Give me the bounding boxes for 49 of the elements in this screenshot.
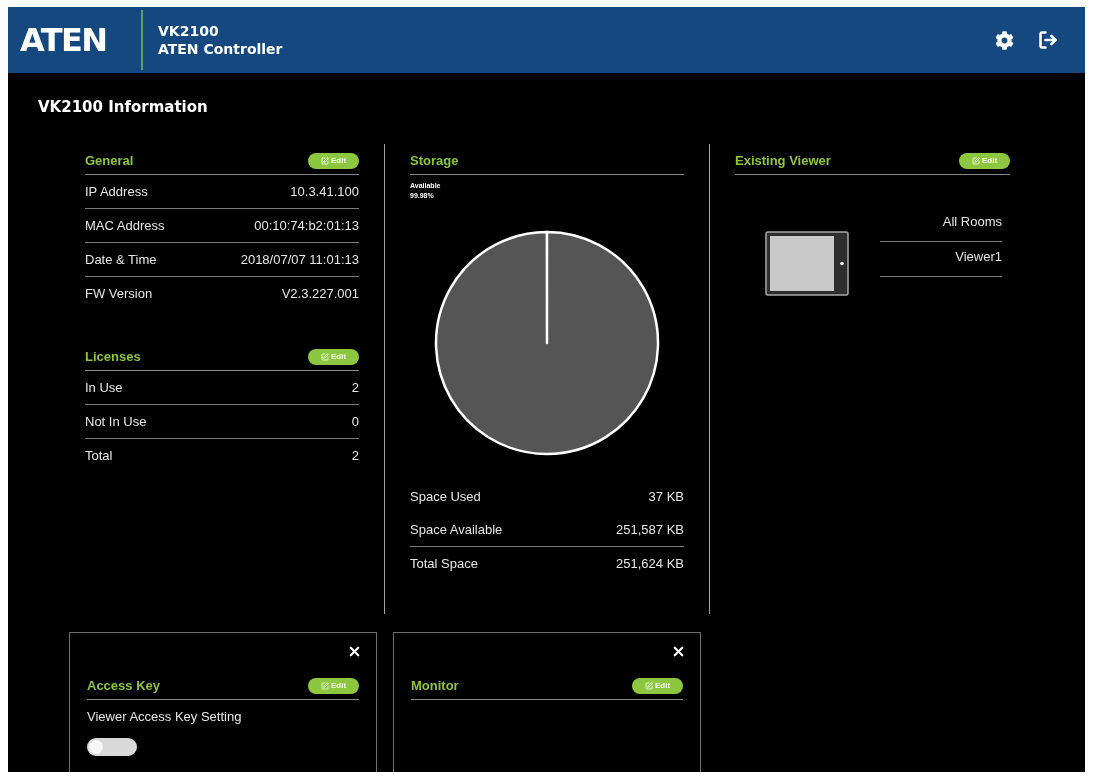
section-title: Storage (410, 151, 459, 170)
row-value: 251,624 KB (616, 554, 684, 573)
page-title: VK2100 Information (38, 98, 208, 116)
settings-icon (994, 30, 1014, 50)
viewer-item: Viewer1 (955, 248, 1002, 267)
row-label: In Use (85, 378, 123, 397)
row-value: 0 (351, 412, 359, 431)
section-title: Monitor (411, 676, 459, 695)
setting-label: Viewer Access Key Setting (87, 708, 242, 727)
pencil-square-icon (320, 681, 329, 690)
row-label: Not In Use (85, 412, 147, 431)
section-title: Existing Viewer (735, 151, 831, 170)
row-value: 251,587 KB (616, 520, 684, 539)
row-label: Total Space (410, 554, 478, 573)
row-value: 00:10:74:b2:01:13 (254, 216, 359, 235)
row-label: MAC Address (85, 216, 165, 235)
section-title: General (85, 151, 134, 170)
app-title: ATEN Controller (158, 40, 283, 58)
row-value: 2 (351, 378, 359, 397)
row-value: 2018/07/07 11:01:13 (240, 250, 359, 269)
row-value: 37 KB (648, 487, 684, 506)
tablet-icon (765, 231, 849, 296)
row-label: IP Address (85, 182, 148, 201)
row-value: V2.3.227.001 (281, 285, 359, 304)
row-label: Date & Time (85, 250, 157, 269)
edit-button[interactable]: Edit (308, 677, 359, 694)
edit-button[interactable]: Edit (308, 152, 359, 169)
viewer-item: All Rooms (942, 213, 1002, 232)
edit-button[interactable]: Edit (959, 152, 1010, 169)
pencil-square-icon (644, 681, 653, 690)
settings-button[interactable] (994, 30, 1014, 50)
edit-button[interactable]: Edit (308, 348, 359, 365)
logout-button[interactable] (1038, 30, 1058, 50)
row-value: 2 (351, 447, 359, 466)
logo: ATEN (20, 24, 107, 56)
section-title: Access Key (87, 676, 160, 695)
row-label: Total (85, 447, 113, 466)
pencil-square-icon (320, 156, 329, 165)
pencil-square-icon (971, 156, 980, 165)
edit-button[interactable]: Edit (632, 677, 683, 694)
row-label: Space Available (410, 520, 503, 539)
row-label: FW Version (85, 285, 153, 304)
pencil-square-icon (320, 352, 329, 361)
model-name: VK2100 (158, 22, 220, 40)
row-label: Space Used (410, 487, 481, 506)
logout-icon (1038, 30, 1058, 50)
toggle-switch[interactable] (87, 738, 137, 756)
row-value: 10.3.41.100 (290, 182, 359, 201)
section-title: Licenses (85, 347, 141, 366)
